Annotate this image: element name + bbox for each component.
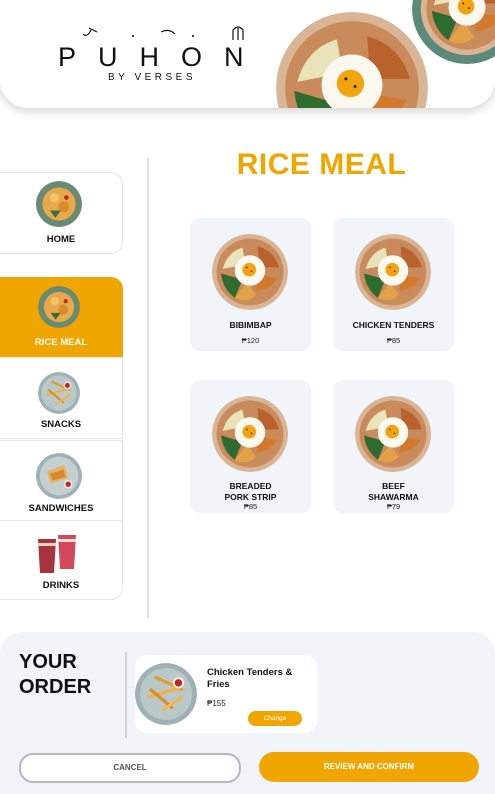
change-button[interactable]: Change bbox=[248, 711, 302, 726]
product-price: ₱85 bbox=[386, 336, 401, 345]
logo-accent-marks bbox=[83, 26, 244, 40]
sidebar-item-sandwiches[interactable]: SANDWICHES bbox=[0, 440, 123, 522]
order-item-price: ₱155 bbox=[207, 699, 226, 708]
cancel-button[interactable]: CANCEL bbox=[19, 753, 241, 783]
product-price: ₱79 bbox=[386, 502, 401, 511]
sidebar-item-label: RICE MEAL bbox=[34, 337, 88, 348]
sidebar-item-rice-meal[interactable]: RICE MEAL bbox=[0, 277, 123, 359]
product-name: CHICKEN TENDERS bbox=[352, 320, 435, 330]
product-card-bibimbap[interactable]: BIBIMBAP ₱120 bbox=[190, 218, 311, 351]
secondary-hero-image bbox=[412, 0, 495, 64]
product-price: ₱85 bbox=[243, 502, 258, 511]
product-card-chicken-tenders[interactable]: CHICKEN TENDERS ₱85 bbox=[333, 218, 454, 351]
bibimbap-hero-image bbox=[276, 12, 428, 108]
rice-meal-icon bbox=[38, 286, 80, 328]
sidebar-item-label: HOME bbox=[46, 234, 76, 245]
drinks-icon bbox=[38, 535, 76, 573]
sidebar-item-label: DRINKS bbox=[42, 580, 80, 591]
product-name: BREADED PORK STRIP bbox=[224, 481, 277, 502]
sidebar-item-label: SNACKS bbox=[40, 419, 82, 430]
page-title: RICE MEAL bbox=[236, 148, 407, 181]
product-name: BEEF SHAWARMA bbox=[368, 481, 419, 502]
sidebar-divider bbox=[147, 158, 149, 618]
order-item-image bbox=[135, 663, 197, 725]
sidebar-item-home[interactable]: HOME bbox=[0, 172, 123, 254]
order-item-name: Chicken Tenders & Fries bbox=[207, 667, 293, 690]
sidebar-item-snacks[interactable]: SNACKS bbox=[0, 357, 123, 439]
sidebar-item-drinks[interactable]: DRINKS bbox=[0, 520, 123, 600]
product-card-beef-shawarma[interactable]: BEEF SHAWARMA ₱79 bbox=[333, 380, 454, 513]
bibimbap-image bbox=[212, 234, 288, 310]
snacks-icon bbox=[38, 372, 80, 414]
brand-logo[interactable]: PUHON BY VERSES bbox=[58, 24, 258, 94]
review-confirm-button[interactable]: REVIEW AND CONFIRM bbox=[259, 752, 479, 782]
beef-shawarma-image bbox=[355, 396, 431, 472]
order-title: YOUR ORDER bbox=[19, 651, 92, 698]
brand-name: PUHON bbox=[58, 42, 266, 72]
product-card-breaded-pork-strip[interactable]: BREADED PORK STRIP ₱85 bbox=[190, 380, 311, 513]
sidebar-item-label: SANDWICHES bbox=[28, 503, 94, 514]
product-price: ₱120 bbox=[241, 336, 260, 345]
header: PUHON BY VERSES bbox=[0, 0, 495, 108]
product-name: BIBIMBAP bbox=[229, 320, 272, 330]
order-item-card[interactable]: Chicken Tenders & Fries ₱155 Change bbox=[135, 655, 317, 733]
brand-subtitle: BY VERSES bbox=[108, 72, 197, 83]
home-food-icon bbox=[36, 181, 82, 227]
chicken-tenders-image bbox=[355, 234, 431, 310]
breaded-pork-strip-image bbox=[212, 396, 288, 472]
sandwiches-icon bbox=[36, 453, 82, 499]
order-divider bbox=[125, 652, 127, 738]
